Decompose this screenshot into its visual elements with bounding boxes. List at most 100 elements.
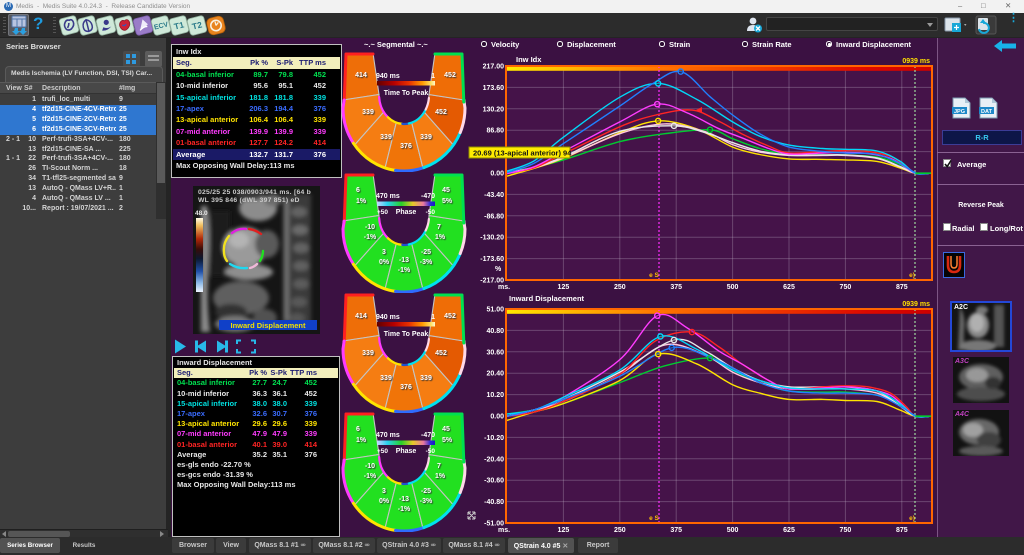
svg-text:Inward Displacement: Inward Displacement xyxy=(230,321,306,330)
svg-text:-25: -25 xyxy=(421,249,431,256)
svg-text:470 ms: 470 ms xyxy=(376,193,400,200)
svg-text:125: 125 xyxy=(558,527,570,534)
svg-text:470 ms: 470 ms xyxy=(376,432,400,439)
svg-text:500: 500 xyxy=(727,527,739,534)
svg-text:130.20: 130.20 xyxy=(483,106,505,113)
svg-text:940 ms: 940 ms xyxy=(376,314,400,321)
svg-text:DAT: DAT xyxy=(981,109,993,115)
svg-text:452: 452 xyxy=(435,109,447,116)
svg-text:0939 ms: 0939 ms xyxy=(902,301,930,308)
svg-text:e): e) xyxy=(909,515,915,522)
svg-text:-13: -13 xyxy=(399,257,409,264)
svg-text:5%: 5% xyxy=(442,437,453,444)
svg-text:1%: 1% xyxy=(356,437,367,444)
svg-text:e S: e S xyxy=(649,515,659,522)
svg-text:ms.: ms. xyxy=(498,284,510,291)
svg-text:7: 7 xyxy=(437,224,441,231)
svg-text:20.40: 20.40 xyxy=(486,371,504,378)
svg-text:48.0: 48.0 xyxy=(195,210,208,217)
svg-text:-50: -50 xyxy=(426,448,436,455)
svg-text:250: 250 xyxy=(614,527,626,534)
svg-text:10.20: 10.20 xyxy=(486,392,504,399)
svg-text:875: 875 xyxy=(896,527,908,534)
svg-text:339: 339 xyxy=(420,375,432,382)
svg-text:414: 414 xyxy=(355,72,367,79)
svg-text:3: 3 xyxy=(382,488,386,495)
svg-text:+50: +50 xyxy=(377,448,388,455)
svg-text:-10: -10 xyxy=(365,463,375,470)
svg-text:-1%: -1% xyxy=(398,506,411,513)
svg-text:-86.80: -86.80 xyxy=(484,213,504,220)
svg-text:-30.60: -30.60 xyxy=(484,478,504,485)
svg-text:625: 625 xyxy=(783,527,795,534)
svg-text:7: 7 xyxy=(437,463,441,470)
svg-text:-1%: -1% xyxy=(364,473,377,480)
svg-text:-130.20: -130.20 xyxy=(480,235,504,242)
svg-text:376: 376 xyxy=(400,384,412,391)
svg-text:940 ms: 940 ms xyxy=(376,73,400,80)
svg-text:250: 250 xyxy=(614,284,626,291)
svg-text:625: 625 xyxy=(783,284,795,291)
svg-text:0939 ms: 0939 ms xyxy=(902,58,930,65)
svg-text:1%: 1% xyxy=(435,234,446,241)
svg-text:-13: -13 xyxy=(399,496,409,503)
svg-text:452: 452 xyxy=(444,72,456,79)
svg-text:-1%: -1% xyxy=(364,234,377,241)
svg-text:0%: 0% xyxy=(379,498,390,505)
svg-text:750: 750 xyxy=(840,527,852,534)
svg-text:e): e) xyxy=(909,272,915,279)
svg-text:217.00: 217.00 xyxy=(483,64,505,71)
svg-text:JPG: JPG xyxy=(954,109,965,115)
svg-text:125: 125 xyxy=(558,284,570,291)
svg-text:45: 45 xyxy=(442,187,450,194)
svg-text:51.00: 51.00 xyxy=(486,307,504,314)
svg-text:30.60: 30.60 xyxy=(486,349,504,356)
svg-text:339: 339 xyxy=(380,134,392,141)
svg-text:-470: -470 xyxy=(421,193,435,200)
svg-text:WL 395 846 (dWL 397 851) eD: WL 395 846 (dWL 397 851) eD xyxy=(198,197,300,204)
svg-text:1%: 1% xyxy=(356,198,367,205)
svg-text:-50: -50 xyxy=(426,209,436,216)
svg-text:-173.60: -173.60 xyxy=(480,256,504,263)
svg-text:-3%: -3% xyxy=(420,259,433,266)
svg-text:339: 339 xyxy=(362,109,374,116)
svg-text:452: 452 xyxy=(444,313,456,320)
svg-text:414: 414 xyxy=(355,313,367,320)
svg-text:452: 452 xyxy=(435,350,447,357)
svg-text:0.00: 0.00 xyxy=(490,171,504,178)
svg-text:-20.40: -20.40 xyxy=(484,456,504,463)
svg-text:875: 875 xyxy=(896,284,908,291)
svg-text:Phase: Phase xyxy=(396,448,417,455)
svg-text:173.60: 173.60 xyxy=(483,85,505,92)
svg-text:375: 375 xyxy=(670,527,682,534)
svg-text:-470: -470 xyxy=(421,432,435,439)
svg-text:339: 339 xyxy=(420,134,432,141)
svg-text:ms.: ms. xyxy=(498,527,510,534)
svg-text:20.69 (13-apical anterior): 20.69 (13-apical anterior) 94 xyxy=(473,149,572,158)
svg-text:0%: 0% xyxy=(379,259,390,266)
svg-text:1: 1 xyxy=(431,314,435,321)
svg-text:e S: e S xyxy=(649,272,659,279)
svg-text:1: 1 xyxy=(431,73,435,80)
svg-text:-10.20: -10.20 xyxy=(484,435,504,442)
svg-text:Phase: Phase xyxy=(396,209,417,216)
svg-text:-3%: -3% xyxy=(420,498,433,505)
svg-text:-40.80: -40.80 xyxy=(484,499,504,506)
svg-text:025/25 25 038/0903/941 ms. [64: 025/25 25 038/0903/941 ms. [64 b xyxy=(198,189,311,196)
svg-text:-43.40: -43.40 xyxy=(484,192,504,199)
svg-text:Time To Peak: Time To Peak xyxy=(384,331,429,338)
svg-text:-1%: -1% xyxy=(398,267,411,274)
svg-text:0.00: 0.00 xyxy=(490,414,504,421)
svg-text:Time To Peak: Time To Peak xyxy=(384,90,429,97)
svg-text:1%: 1% xyxy=(435,473,446,480)
svg-text:86.80: 86.80 xyxy=(486,128,504,135)
svg-text:3: 3 xyxy=(382,249,386,256)
svg-text:+50: +50 xyxy=(377,209,388,216)
svg-text:%: % xyxy=(495,266,502,273)
svg-text:40.80: 40.80 xyxy=(486,328,504,335)
svg-text:-10: -10 xyxy=(365,224,375,231)
svg-text:6: 6 xyxy=(356,187,360,194)
svg-text:500: 500 xyxy=(727,284,739,291)
svg-text:-25: -25 xyxy=(421,488,431,495)
svg-text:6: 6 xyxy=(356,426,360,433)
